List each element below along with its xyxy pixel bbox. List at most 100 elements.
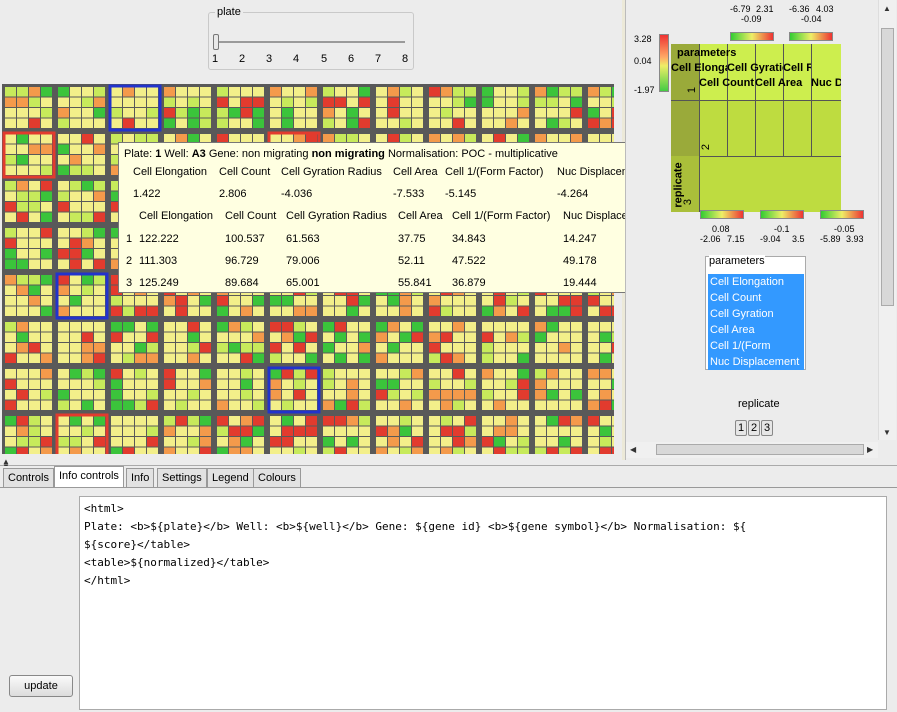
well-cell[interactable]: [135, 306, 146, 317]
well-cell[interactable]: [111, 390, 122, 400]
well-cell[interactable]: [535, 322, 546, 332]
well-cell[interactable]: [41, 191, 52, 202]
parameter-list-item[interactable]: Cell 1/(Form Factor): [708, 338, 804, 368]
well-cell[interactable]: [94, 212, 105, 223]
well-cell[interactable]: [559, 108, 570, 118]
well-cell[interactable]: [253, 353, 264, 364]
well-cell[interactable]: [82, 285, 93, 296]
well-cell[interactable]: [200, 416, 211, 426]
well-cell[interactable]: [482, 426, 493, 437]
well-cell[interactable]: [123, 87, 134, 97]
well-cell[interactable]: [217, 97, 228, 108]
parameter-list-item[interactable]: Cell Gyration Radius: [708, 306, 804, 336]
well-cell[interactable]: [58, 191, 69, 202]
well-cell[interactable]: [282, 379, 293, 390]
well-cell[interactable]: [547, 390, 558, 400]
well-cell[interactable]: [82, 296, 93, 306]
well-cell[interactable]: [253, 97, 264, 108]
well-cell[interactable]: [571, 416, 582, 426]
well-cell[interactable]: [270, 97, 281, 108]
well-cell[interactable]: [82, 87, 93, 97]
well-cell[interactable]: [347, 353, 358, 364]
well-cell[interactable]: [600, 332, 611, 343]
well-cell[interactable]: [111, 379, 122, 390]
well-cell[interactable]: [518, 97, 529, 108]
well-cell[interactable]: [5, 447, 16, 455]
well-cell[interactable]: [282, 108, 293, 118]
well-cell[interactable]: [388, 332, 399, 343]
well-cell[interactable]: [253, 369, 264, 379]
well-cell[interactable]: [359, 296, 370, 306]
well-cell[interactable]: [294, 390, 305, 400]
well-cell[interactable]: [388, 343, 399, 353]
parameter-list[interactable]: parameters Cell Elongation Cell Count Ce…: [705, 255, 806, 370]
well-cell[interactable]: [571, 87, 582, 97]
well-cell[interactable]: [376, 379, 387, 390]
well-cell[interactable]: [429, 426, 440, 437]
well-cell[interactable]: [335, 369, 346, 379]
well-cell[interactable]: [482, 108, 493, 118]
well-cell[interactable]: [323, 332, 334, 343]
well-cell[interactable]: [70, 118, 81, 129]
well-cell[interactable]: [82, 108, 93, 118]
well-cell[interactable]: [241, 353, 252, 364]
well-cell[interactable]: [41, 238, 52, 249]
well-cell[interactable]: [17, 332, 28, 343]
well-cell[interactable]: [200, 322, 211, 332]
well-cell[interactable]: [70, 181, 81, 191]
well-cell[interactable]: [453, 379, 464, 390]
well-cell[interactable]: [588, 296, 599, 306]
well-cell[interactable]: [441, 379, 452, 390]
well-cell[interactable]: [506, 306, 517, 317]
well-cell[interactable]: [400, 108, 411, 118]
well-cell[interactable]: [282, 390, 293, 400]
well-cell[interactable]: [270, 343, 281, 353]
well-cell[interactable]: [253, 390, 264, 400]
well-cell[interactable]: [547, 426, 558, 437]
well-cell[interactable]: [518, 379, 529, 390]
well-cell[interactable]: [306, 108, 317, 118]
well-cell[interactable]: [123, 343, 134, 353]
well-cell[interactable]: [29, 238, 40, 249]
well-cell[interactable]: [94, 426, 105, 437]
well-cell[interactable]: [494, 87, 505, 97]
well-cell[interactable]: [547, 322, 558, 332]
well-cell[interactable]: [453, 447, 464, 455]
well-cell[interactable]: [323, 97, 334, 108]
well-cell[interactable]: [58, 228, 69, 238]
well-cell[interactable]: [229, 118, 240, 129]
well-cell[interactable]: [94, 165, 105, 176]
well-cell[interactable]: [482, 306, 493, 317]
well-cell[interactable]: [82, 238, 93, 249]
well-cell[interactable]: [229, 306, 240, 317]
well-cell[interactable]: [123, 97, 134, 108]
well-cell[interactable]: [535, 416, 546, 426]
well-cell[interactable]: [441, 400, 452, 411]
well-cell[interactable]: [359, 97, 370, 108]
well-cell[interactable]: [41, 306, 52, 317]
well-cell[interactable]: [465, 426, 476, 437]
well-cell[interactable]: [535, 108, 546, 118]
well-cell[interactable]: [588, 306, 599, 317]
well-cell[interactable]: [612, 306, 614, 317]
well-cell[interactable]: [359, 87, 370, 97]
well-cell[interactable]: [147, 97, 158, 108]
well-cell[interactable]: [270, 390, 281, 400]
well-cell[interactable]: [429, 369, 440, 379]
well-cell[interactable]: [164, 118, 175, 129]
well-cell[interactable]: [441, 118, 452, 129]
well-cell[interactable]: [612, 332, 614, 343]
well-cell[interactable]: [335, 296, 346, 306]
well-cell[interactable]: [70, 416, 81, 426]
well-cell[interactable]: [453, 118, 464, 129]
well-cell[interactable]: [229, 322, 240, 332]
well-cell[interactable]: [494, 447, 505, 455]
well-cell[interactable]: [229, 369, 240, 379]
well-cell[interactable]: [188, 108, 199, 118]
well-cell[interactable]: [111, 343, 122, 353]
well-cell[interactable]: [135, 97, 146, 108]
well-cell[interactable]: [571, 322, 582, 332]
well-cell[interactable]: [229, 426, 240, 437]
well-cell[interactable]: [5, 249, 16, 259]
well-cell[interactable]: [465, 108, 476, 118]
